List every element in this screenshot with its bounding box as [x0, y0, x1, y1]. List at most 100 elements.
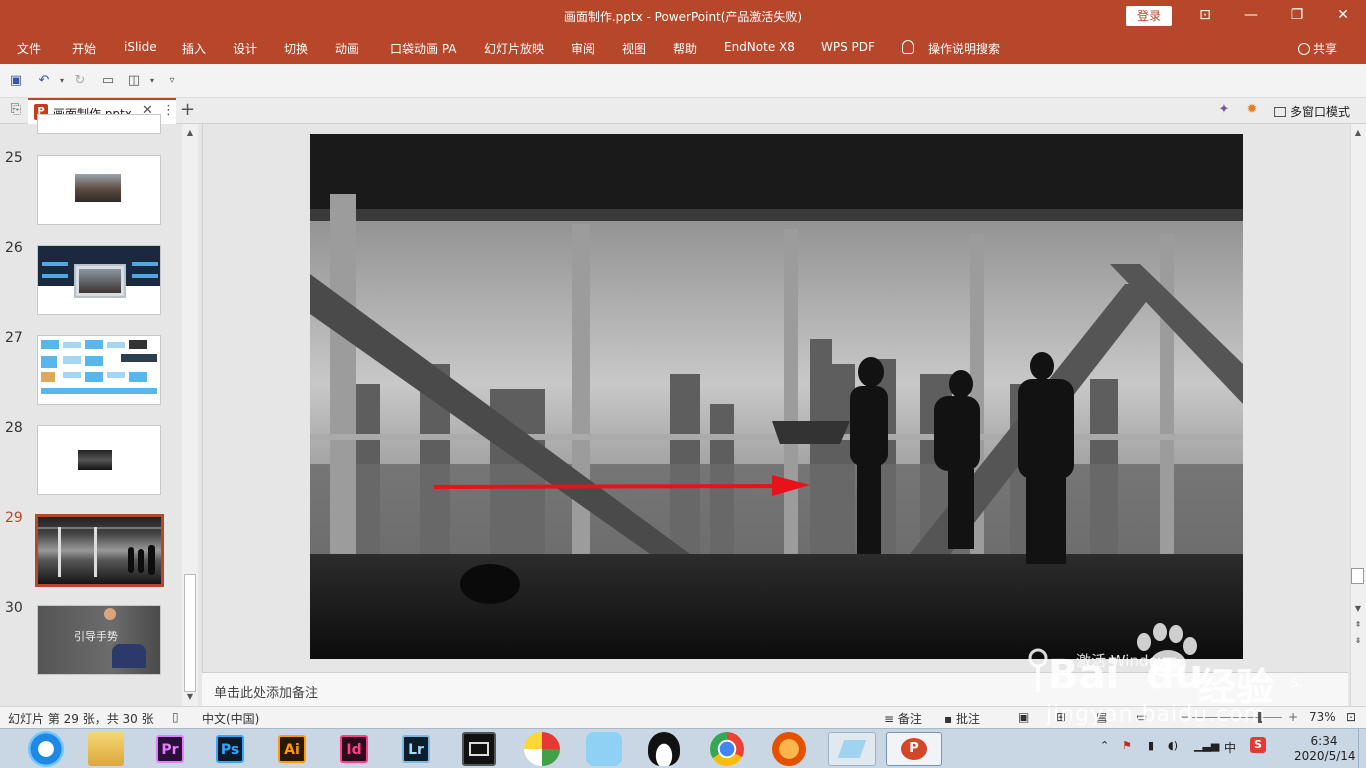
premiere-icon[interactable]: Pr — [156, 735, 184, 763]
tab-slideshow[interactable]: 幻灯片放映 — [484, 40, 544, 57]
slide-thumbnail-30[interactable]: 引导手势 — [37, 605, 161, 675]
slide-number: 25 — [5, 150, 23, 166]
tab-file[interactable]: 文件 — [17, 40, 41, 57]
watermark-fragment: s. — [1290, 672, 1304, 691]
notes-app-icon[interactable] — [828, 732, 876, 766]
clock[interactable]: 6:34 2020/5/14 — [1294, 734, 1356, 764]
tab-insert[interactable]: 插入 — [182, 40, 206, 57]
tray-expand-icon[interactable]: ⌃ — [1100, 739, 1109, 752]
thumbnail-grid — [41, 340, 159, 400]
powerpoint-taskbar-icon[interactable]: P — [886, 732, 942, 766]
volume-icon[interactable]: ◖) — [1168, 739, 1178, 752]
notes-toggle[interactable]: ≡ 备注 — [884, 710, 922, 727]
fit-slide-icon[interactable]: ⊡ — [1346, 710, 1356, 724]
zoom-level[interactable]: 73% — [1309, 710, 1336, 724]
tab-wps-pdf[interactable]: WPS PDF — [821, 40, 875, 54]
notes-placeholder: 单击此处添加备注 — [214, 686, 319, 701]
browser-icon[interactable] — [28, 731, 64, 767]
tab-review[interactable]: 审阅 — [571, 40, 595, 57]
media-app-icon[interactable] — [524, 732, 560, 766]
save-icon[interactable]: ▣ — [8, 73, 24, 89]
slide-30-caption: 引导手势 — [74, 630, 118, 643]
editor-scroll-down-icon[interactable]: ▼ — [1350, 604, 1366, 613]
scroll-down-icon[interactable]: ▼ — [182, 692, 198, 701]
language-indicator[interactable]: 中文(中国) — [202, 710, 259, 727]
user-icon — [1298, 43, 1310, 55]
slide-thumbnail-27[interactable] — [37, 335, 161, 405]
download-app-icon[interactable] — [772, 732, 806, 766]
flag-icon[interactable]: ⚑ — [1122, 739, 1132, 752]
undo-dropdown-icon[interactable]: ▾ — [54, 73, 70, 89]
tab-view[interactable]: 视图 — [622, 40, 646, 57]
tab-help[interactable]: 帮助 — [673, 40, 697, 57]
show-desktop-button[interactable] — [1358, 729, 1366, 768]
share-button[interactable]: 共享 — [1298, 40, 1337, 57]
slide-thumbnail-26[interactable] — [37, 245, 161, 315]
close-button[interactable]: ✕ — [1320, 0, 1366, 32]
clock-date: 2020/5/14 — [1294, 749, 1356, 763]
tell-me-search[interactable]: 操作说明搜索 — [928, 40, 1000, 57]
indesign-icon[interactable]: Id — [340, 735, 368, 763]
tab-list-icon[interactable]: ⎘ — [8, 102, 24, 118]
illustrator-icon[interactable]: Ai — [278, 735, 306, 763]
window-icon — [1274, 107, 1286, 117]
normal-view-icon[interactable]: ▣ — [1018, 710, 1029, 724]
thumbnail-scroll-thumb[interactable] — [184, 574, 196, 692]
current-slide[interactable] — [310, 134, 1243, 659]
slide-thumbnail-25[interactable] — [37, 155, 161, 225]
multi-window-button[interactable]: 多窗口模式 — [1274, 103, 1350, 120]
ribbon-display-icon[interactable]: ⊡ — [1182, 0, 1228, 32]
tab-endnote[interactable]: EndNote X8 — [724, 40, 795, 54]
baidu-logo-text-bai: Bai — [1048, 652, 1120, 698]
lightroom-icon[interactable]: Lr — [402, 735, 430, 763]
more-commands-icon[interactable]: ▿ — [164, 73, 180, 89]
new-tab-button[interactable]: + — [180, 99, 195, 120]
chrome-icon[interactable] — [710, 732, 744, 766]
video-editor-icon[interactable] — [462, 732, 496, 766]
undo-icon[interactable]: ↶ — [36, 73, 52, 89]
baidu-logo-text-du: du — [1146, 652, 1204, 698]
scroll-up-icon[interactable]: ▲ — [182, 128, 198, 137]
qq-icon[interactable] — [648, 732, 680, 766]
slide-thumbnail-24[interactable] — [37, 114, 161, 134]
zoom-in-icon[interactable]: + — [1288, 710, 1298, 724]
slide-thumbnail-29[interactable] — [35, 514, 164, 587]
tab-design[interactable]: 设计 — [233, 40, 257, 57]
tab-home[interactable]: 开始 — [72, 40, 96, 57]
chat-bot-icon[interactable] — [586, 732, 622, 766]
battery-icon[interactable]: ▮ — [1148, 739, 1154, 752]
quick-access-toolbar: ▣ ↶ ▾ ↻ ▭ ◫ ▾ ▿ — [0, 64, 1366, 98]
from-beginning-icon[interactable]: ▭ — [100, 73, 116, 89]
editor-scroll-thumb[interactable] — [1351, 568, 1364, 584]
previous-slide-icon[interactable]: ⇞ — [1350, 620, 1366, 629]
gear-icon[interactable]: ✹ — [1244, 102, 1260, 118]
editor-scrollbar[interactable] — [1350, 124, 1366, 706]
customize-icon[interactable]: ◫ — [126, 73, 142, 89]
lightbulb-icon[interactable] — [902, 40, 914, 54]
city-window-photo — [310, 134, 1243, 659]
login-button[interactable]: 登录 — [1126, 6, 1172, 26]
more-icon[interactable]: ⋮ — [162, 103, 175, 118]
customize-dropdown-icon[interactable]: ▾ — [144, 73, 160, 89]
tab-animations[interactable]: 动画 — [335, 40, 359, 57]
file-explorer-icon[interactable] — [88, 732, 124, 766]
editor-scroll-up-icon[interactable]: ▲ — [1350, 128, 1366, 137]
spellcheck-icon[interactable]: ▯ — [172, 710, 179, 724]
network-icon[interactable]: ▁▃▅ — [1194, 739, 1219, 752]
photoshop-icon[interactable]: Ps — [216, 735, 244, 763]
tab-transitions[interactable]: 切换 — [284, 40, 308, 57]
restore-button[interactable]: ❐ — [1274, 0, 1320, 32]
slide-number: 30 — [5, 600, 23, 616]
next-slide-icon[interactable]: ⇟ — [1350, 636, 1366, 645]
minimize-button[interactable]: — — [1228, 0, 1274, 32]
title-bar: 画面制作.pptx - PowerPoint(产品激活失败) 登录 ⊡ — ❐ … — [0, 0, 1366, 32]
sogou-icon[interactable]: S — [1250, 737, 1266, 753]
tab-islide[interactable]: iSlide — [124, 40, 157, 54]
magic-wand-icon[interactable]: ✦ — [1216, 102, 1232, 118]
red-arrow — [433, 484, 791, 489]
redo-icon[interactable]: ↻ — [72, 73, 88, 89]
slide-thumbnail-28[interactable] — [37, 425, 161, 495]
ime-indicator[interactable]: 中 — [1224, 739, 1236, 756]
tab-pocket-animation[interactable]: 口袋动画 PA — [390, 40, 457, 57]
comments-toggle[interactable]: ▪ 批注 — [944, 710, 980, 727]
